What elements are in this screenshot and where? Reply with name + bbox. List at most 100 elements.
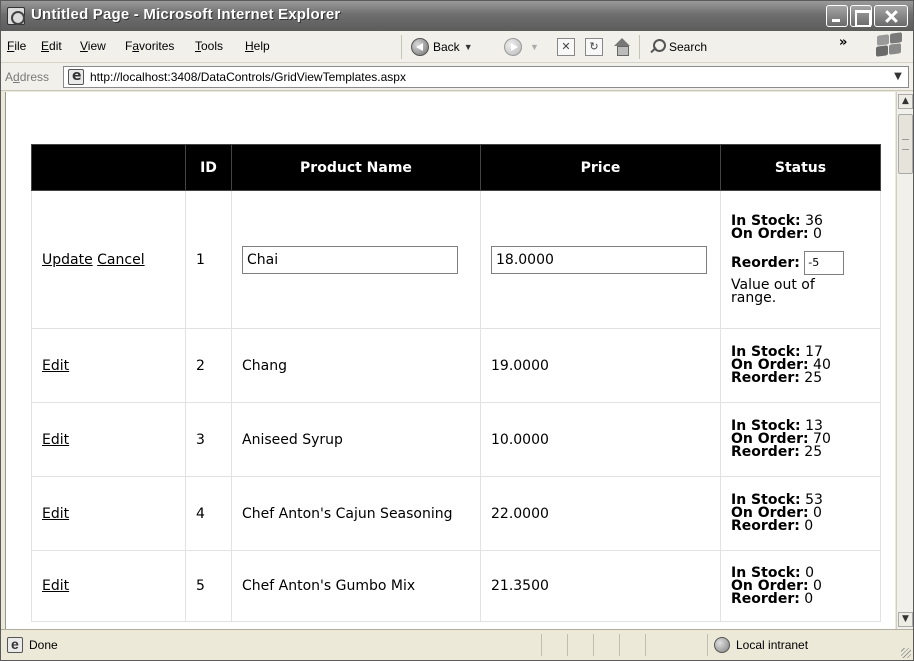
products-gridview: ID Product Name Price Status Update Canc… xyxy=(31,144,881,622)
status-cell: In Stock: 0 On Order: 0 Reorder: 0 xyxy=(720,550,881,622)
edit-link[interactable]: Edit xyxy=(42,578,69,594)
table-row: Edit 4 Chef Anton's Cajun Seasoning 22.0… xyxy=(31,476,881,551)
price-input[interactable] xyxy=(491,245,707,274)
forward-dropdown-icon[interactable]: ▼ xyxy=(530,42,539,52)
stop-button[interactable]: ✕ xyxy=(557,36,581,58)
search-icon xyxy=(649,39,666,55)
stop-icon: ✕ xyxy=(557,38,575,56)
edit-actions-cell: Update Cancel xyxy=(31,190,186,329)
status-cell: In Stock: 17 On Order: 40 Reorder: 25 xyxy=(720,328,881,403)
edit-link[interactable]: Edit xyxy=(42,358,69,374)
back-arrow-icon xyxy=(411,38,429,56)
refresh-button[interactable]: ↻ xyxy=(585,36,609,58)
header-price: Price xyxy=(480,144,721,191)
page-icon xyxy=(68,68,84,85)
price-cell: 21.3500 xyxy=(480,550,721,622)
id-cell: 3 xyxy=(185,402,232,477)
address-url: http://localhost:3408/DataControls/GridV… xyxy=(90,70,406,84)
status-pane xyxy=(567,634,591,656)
title-bar: Untitled Page - Microsoft Internet Explo… xyxy=(1,1,913,31)
status-text: Done xyxy=(29,638,58,652)
zone-label: Local intranet xyxy=(736,638,809,652)
price-cell: 22.0000 xyxy=(480,476,721,551)
product-name-cell: Chef Anton's Gumbo Mix xyxy=(231,550,481,622)
table-row: Edit 5 Chef Anton's Gumbo Mix 21.3500 In… xyxy=(31,550,881,622)
windows-logo-icon xyxy=(873,32,905,59)
scroll-thumb[interactable] xyxy=(898,114,913,174)
update-link[interactable]: Update xyxy=(42,252,93,268)
price-cell: 19.0000 xyxy=(480,328,721,403)
page-viewport: ID Product Name Price Status Update Canc… xyxy=(5,92,895,629)
maximize-button[interactable] xyxy=(850,5,872,27)
product-name-cell: Chang xyxy=(231,328,481,403)
id-cell: 2 xyxy=(185,328,232,403)
toolbar-separator xyxy=(401,35,402,59)
cancel-link[interactable]: Cancel xyxy=(97,252,144,268)
status-pane xyxy=(645,634,669,656)
grid-header-row: ID Product Name Price Status xyxy=(31,144,881,191)
product-name-input[interactable] xyxy=(242,245,458,274)
home-button[interactable] xyxy=(613,36,631,58)
edit-link[interactable]: Edit xyxy=(42,506,69,522)
id-cell: 1 xyxy=(185,190,232,329)
edit-link[interactable]: Edit xyxy=(42,432,69,448)
toolbar-separator xyxy=(639,35,640,59)
header-actions xyxy=(31,144,186,191)
refresh-icon: ↻ xyxy=(585,38,603,56)
status-pane xyxy=(619,634,643,656)
validation-error: Value out of range. xyxy=(731,276,815,306)
minimize-button[interactable] xyxy=(826,5,848,27)
back-dropdown-icon[interactable]: ▼ xyxy=(464,42,473,52)
price-edit-cell xyxy=(480,190,721,329)
intranet-globe-icon xyxy=(714,637,730,653)
address-bar[interactable]: http://localhost:3408/DataControls/GridV… xyxy=(63,66,909,88)
status-edit-cell: In Stock: 36 On Order: 0 Reorder: Value … xyxy=(720,190,881,329)
toolbar-overflow-chevron[interactable]: » xyxy=(839,35,847,50)
id-cell: 4 xyxy=(185,476,232,551)
menu-row: File Edit View Favorites Tools Help Back… xyxy=(1,31,913,63)
menu-favorites[interactable]: Favorites xyxy=(125,39,174,53)
home-icon xyxy=(613,38,631,56)
reorder-input[interactable] xyxy=(804,250,845,275)
product-name-cell: Aniseed Syrup xyxy=(231,402,481,477)
header-status: Status xyxy=(720,144,881,191)
address-dropdown-icon[interactable]: ▼ xyxy=(890,69,906,85)
window-title: Untitled Page - Microsoft Internet Explo… xyxy=(31,6,341,23)
browser-window: Untitled Page - Microsoft Internet Explo… xyxy=(0,0,914,661)
scroll-down-arrow-icon[interactable]: ▼ xyxy=(898,612,913,627)
status-bar: Done Local intranet xyxy=(1,629,913,660)
status-cell: In Stock: 53 On Order: 0 Reorder: 0 xyxy=(720,476,881,551)
forward-arrow-icon xyxy=(504,38,522,56)
resize-grip-icon[interactable] xyxy=(901,648,911,658)
id-cell: 5 xyxy=(185,550,232,622)
status-pane xyxy=(593,634,617,656)
vertical-scrollbar[interactable]: ▲ ▼ xyxy=(896,92,913,629)
status-cell: In Stock: 13 On Order: 70 Reorder: 25 xyxy=(720,402,881,477)
search-button[interactable]: Search xyxy=(649,36,707,58)
on-order-value: 0 xyxy=(813,225,822,242)
back-button[interactable]: Back ▼ xyxy=(411,36,473,58)
table-row: Edit 3 Aniseed Syrup 10.0000 In Stock: 1… xyxy=(31,402,881,477)
menu-file[interactable]: File xyxy=(7,39,26,53)
scroll-up-arrow-icon[interactable]: ▲ xyxy=(898,94,913,109)
table-row: Edit 2 Chang 19.0000 In Stock: 17 On Ord… xyxy=(31,328,881,403)
search-label: Search xyxy=(669,40,708,54)
name-edit-cell xyxy=(231,190,481,329)
header-product-name: Product Name xyxy=(231,144,481,191)
menu-toolbar-area: File Edit View Favorites Tools Help Back… xyxy=(1,31,913,91)
ie-app-icon[interactable] xyxy=(7,7,25,25)
close-button[interactable] xyxy=(874,5,908,27)
menu-view[interactable]: View xyxy=(80,39,106,53)
address-label: Address xyxy=(5,70,50,84)
page-done-icon xyxy=(7,636,23,653)
price-cell: 10.0000 xyxy=(480,402,721,477)
menu-edit[interactable]: Edit xyxy=(41,39,62,53)
header-id: ID xyxy=(185,144,232,191)
product-name-cell: Chef Anton's Cajun Seasoning xyxy=(231,476,481,551)
menu-tools[interactable]: Tools xyxy=(195,39,223,53)
security-zone: Local intranet xyxy=(707,634,907,656)
menu-help[interactable]: Help xyxy=(245,39,270,53)
address-row: Address http://localhost:3408/DataContro… xyxy=(1,63,913,91)
forward-button[interactable]: ▼ xyxy=(504,36,539,58)
table-row-editing: Update Cancel 1 In Stock: 36 On Order: 0… xyxy=(31,190,881,329)
